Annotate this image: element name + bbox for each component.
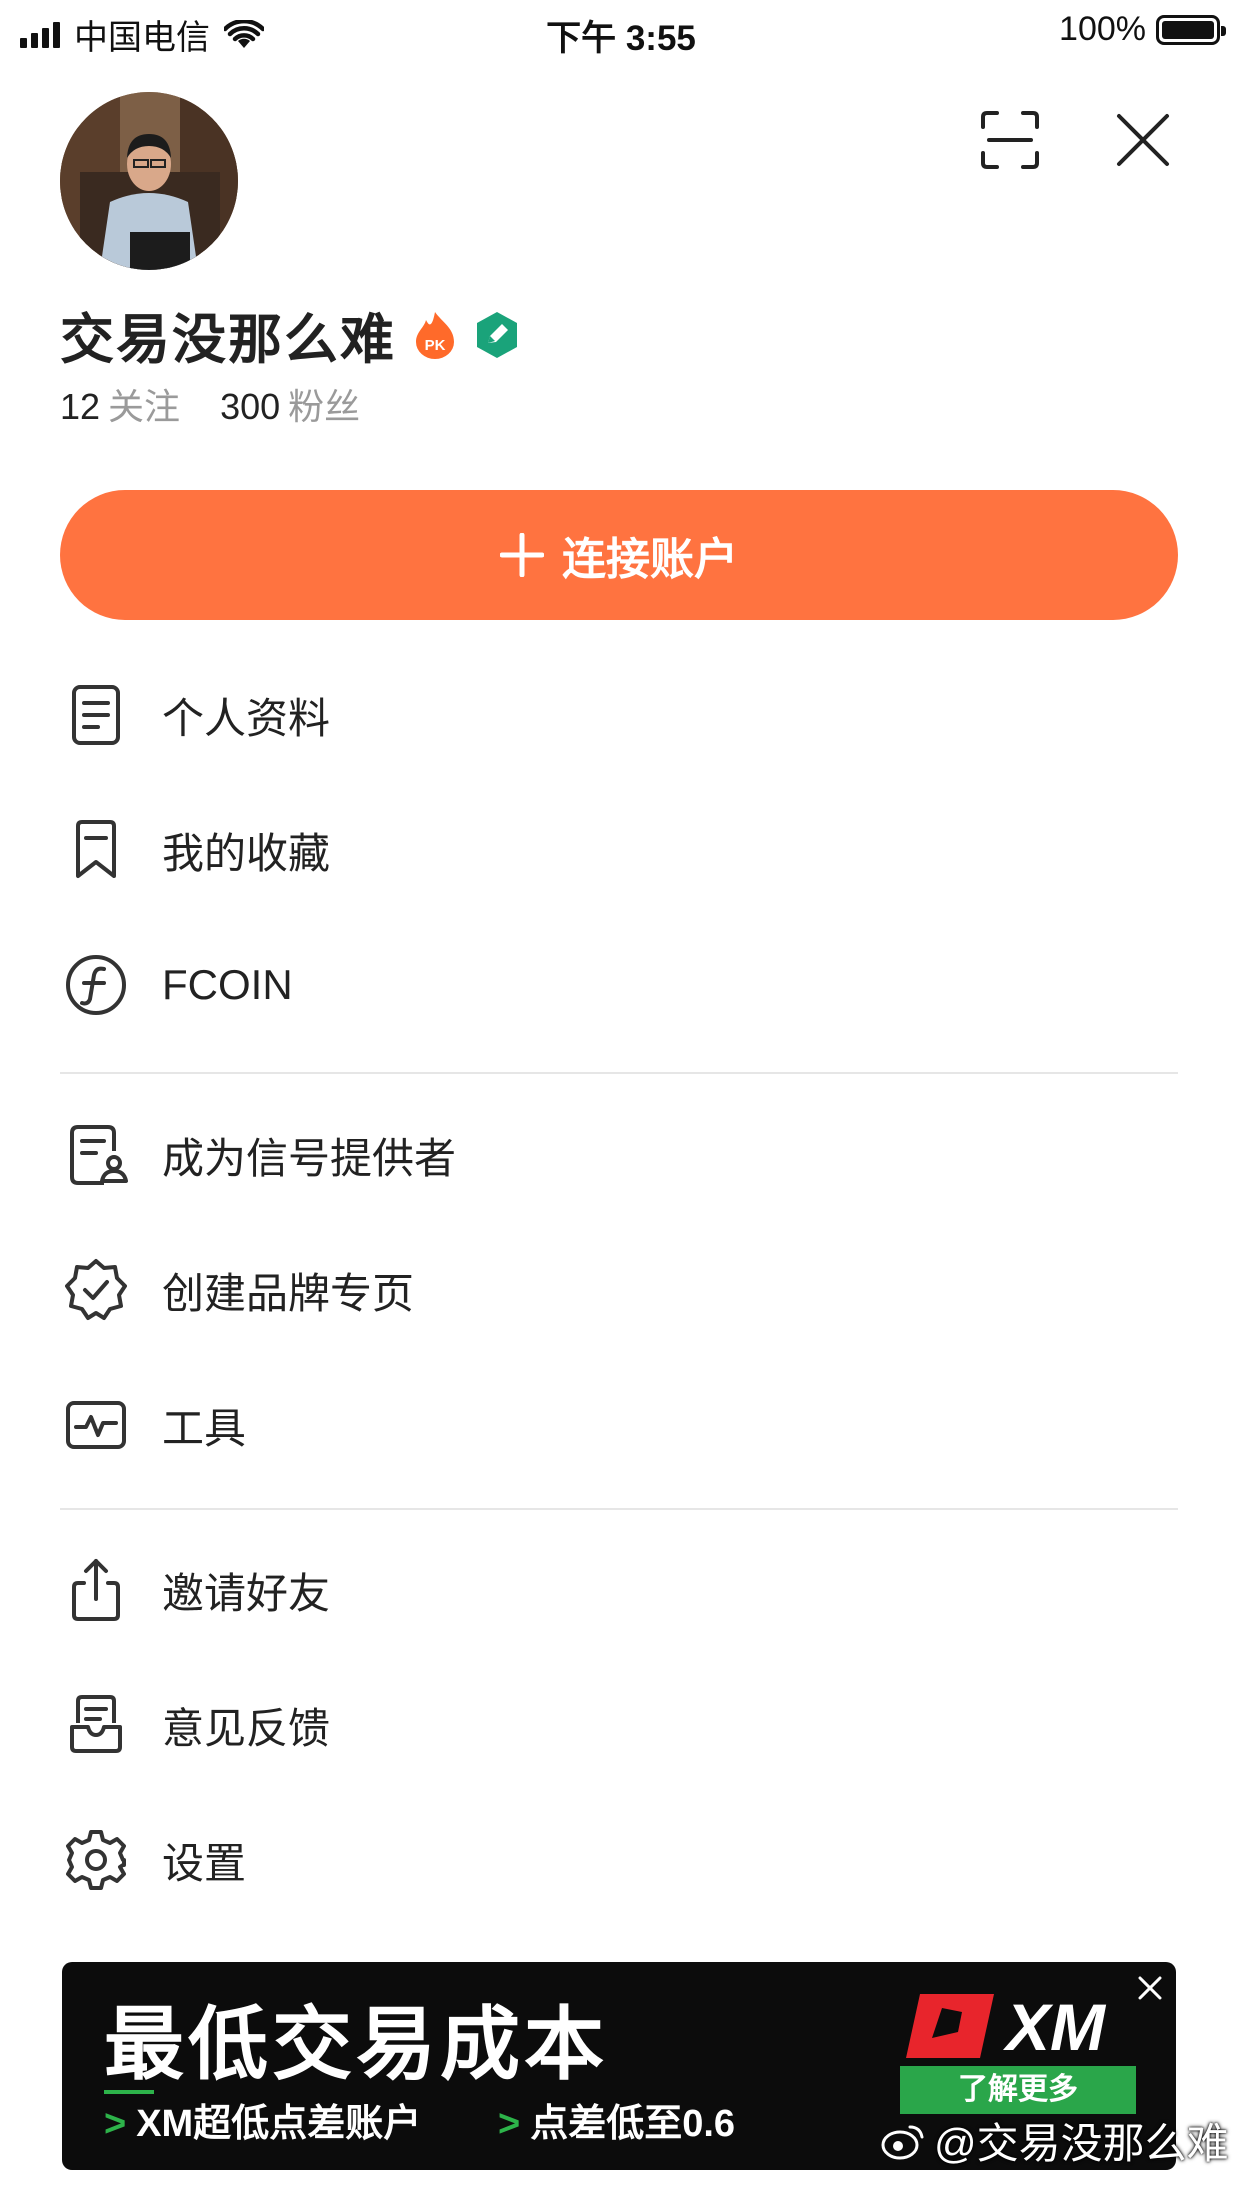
signal-provider-icon: [60, 1119, 132, 1191]
ad-close-icon[interactable]: [1134, 1972, 1166, 2004]
menu-divider: [60, 1072, 1178, 1074]
close-button[interactable]: [1108, 105, 1178, 175]
menu-item-favorites[interactable]: 我的收藏: [60, 795, 1178, 905]
watermark-text: @交易没那么难: [934, 2120, 1229, 2167]
watermark: @交易没那么难: [880, 2110, 1229, 2171]
plus-icon: [500, 533, 544, 577]
menu-label: 工具: [162, 1404, 247, 1452]
following-count[interactable]: 12: [60, 386, 100, 428]
followers-count[interactable]: 300: [220, 386, 280, 428]
profile-name-row: 交易没那么难 PK: [60, 295, 520, 374]
menu-label: 我的收藏: [162, 829, 331, 877]
connect-account-label: 连接账户: [562, 535, 738, 584]
ad-subtitle-1: > XM超低点差账户: [104, 2103, 422, 2145]
menu-label: 邀请好友: [162, 1569, 331, 1617]
ad-learn-more-button[interactable]: 了解更多: [900, 2066, 1136, 2114]
profile-stats: 12 关注 300 粉丝: [60, 378, 400, 430]
menu-label: 个人资料: [162, 694, 331, 742]
menu-item-signal-provider[interactable]: 成为信号提供者: [60, 1100, 1178, 1210]
menu-item-settings[interactable]: 设置: [60, 1805, 1178, 1915]
xm-logo-text: XM: [1002, 1990, 1107, 2064]
menu-label: 创建品牌专页: [162, 1269, 415, 1317]
verified-badge-icon: [60, 1254, 132, 1326]
menu-item-feedback[interactable]: 意见反馈: [60, 1670, 1178, 1780]
battery-percent: 100%: [1059, 10, 1146, 48]
menu-label: FCOIN: [162, 961, 293, 1008]
xm-logo: XM: [906, 1990, 1107, 2064]
avatar[interactable]: [60, 92, 238, 270]
feedback-icon: [60, 1689, 132, 1761]
scan-button[interactable]: [975, 105, 1045, 175]
battery-icon: [1156, 14, 1226, 45]
connect-account-button[interactable]: 连接账户: [60, 490, 1178, 620]
ad-subtitle-1-text: XM超低点差账户: [136, 2103, 422, 2145]
gear-icon: [60, 1824, 132, 1896]
verified-edit-icon: [477, 311, 517, 358]
menu-item-profile[interactable]: 个人资料: [60, 660, 1178, 770]
menu-item-fcoin[interactable]: FCOIN: [60, 930, 1178, 1040]
ad-title: 最低交易成本: [104, 2000, 608, 2089]
profile-name[interactable]: 交易没那么难: [60, 295, 396, 374]
bookmark-icon: [60, 814, 132, 886]
document-icon: [60, 679, 132, 751]
following-label[interactable]: 关注: [108, 378, 180, 430]
weibo-logo-icon: [881, 2125, 924, 2159]
menu-divider: [60, 1508, 1178, 1510]
pk-badge-label: PK: [425, 337, 446, 354]
status-right: 100%: [1059, 10, 1226, 49]
menu-label: 意见反馈: [162, 1704, 331, 1752]
menu-label: 成为信号提供者: [162, 1134, 457, 1182]
ad-subtitle-2-text: 点差低至0.6: [530, 2103, 736, 2145]
followers-label[interactable]: 粉丝: [288, 378, 360, 430]
status-time: 下午 3:55: [546, 19, 696, 58]
scan-icon: [981, 111, 1039, 169]
pulse-chart-icon: [60, 1389, 132, 1461]
menu-item-invite[interactable]: 邀请好友: [60, 1535, 1178, 1645]
menu-item-brand-page[interactable]: 创建品牌专页: [60, 1235, 1178, 1345]
status-bar: 中国电信 下午 3:55 100%: [0, 0, 1242, 62]
close-icon: [1117, 114, 1169, 166]
menu-label: 设置: [162, 1839, 247, 1887]
fcoin-icon: [60, 949, 132, 1021]
menu-item-tools[interactable]: 工具: [60, 1370, 1178, 1480]
avatar-photo: [60, 92, 238, 270]
share-icon: [60, 1554, 132, 1626]
fire-pk-badge-icon: PK: [416, 311, 454, 359]
ad-subtitle-2: > 点差低至0.6: [498, 2103, 736, 2145]
